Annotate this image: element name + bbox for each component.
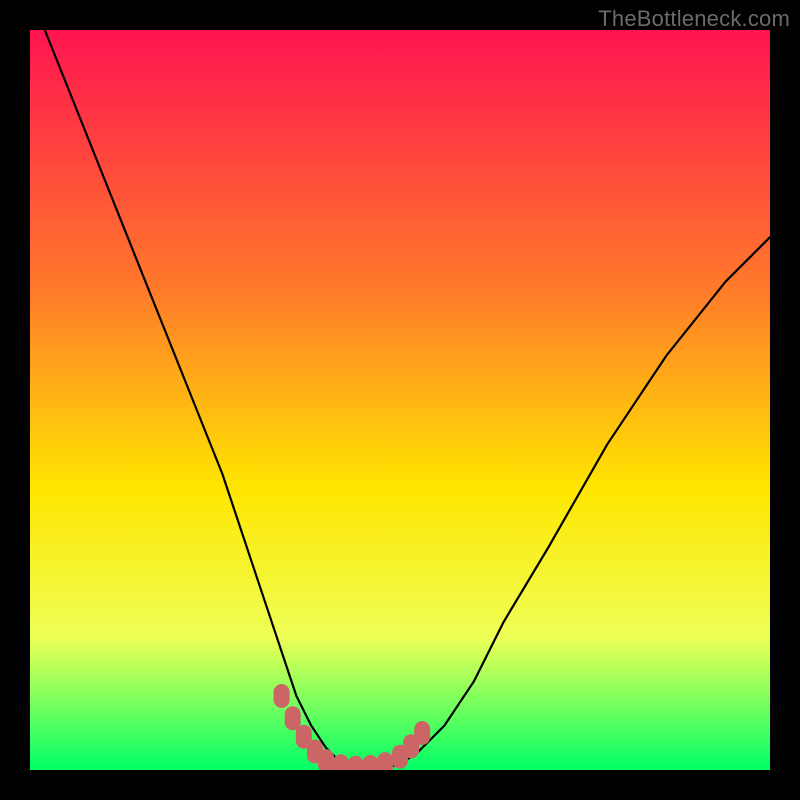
plot-area — [30, 30, 770, 770]
gradient-background — [30, 30, 770, 770]
marker-dot — [274, 684, 290, 708]
marker-dot — [285, 706, 301, 730]
marker-dot — [318, 749, 334, 770]
marker-dot — [377, 752, 393, 770]
bottleneck-chart-svg — [30, 30, 770, 770]
marker-dot — [333, 754, 349, 770]
marker-dot — [414, 721, 430, 745]
watermark-text: TheBottleneck.com — [598, 6, 790, 32]
chart-frame: TheBottleneck.com — [0, 0, 800, 800]
